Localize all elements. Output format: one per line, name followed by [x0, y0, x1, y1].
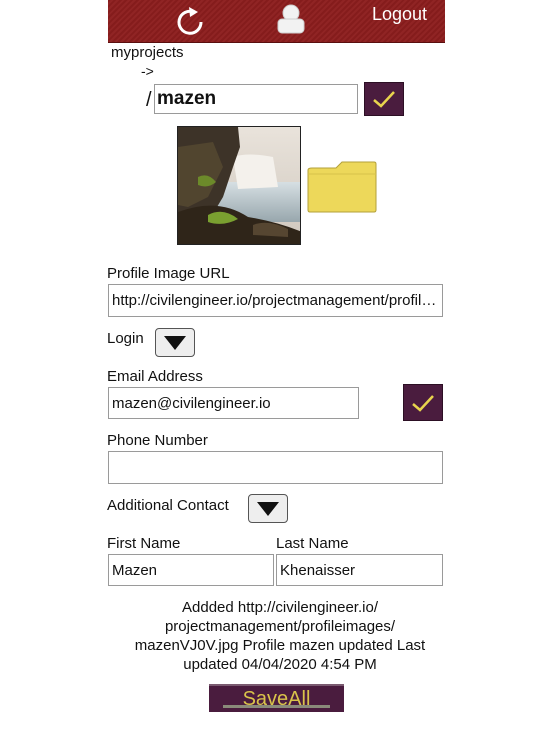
profile-image-url-input[interactable] — [108, 284, 443, 317]
confirm-project-name-button[interactable] — [364, 82, 404, 116]
checkmark-icon — [373, 91, 395, 108]
refresh-icon[interactable] — [172, 4, 208, 40]
save-all-button[interactable]: SaveAll — [209, 684, 344, 712]
checkmark-icon — [412, 394, 434, 412]
login-label: Login — [107, 330, 144, 347]
breadcrumb-slash: / — [146, 89, 152, 111]
folder-icon[interactable] — [306, 158, 378, 214]
profile-image — [177, 126, 301, 245]
status-line: updated 04/04/2020 4:54 PM — [183, 656, 377, 673]
confirm-email-button[interactable] — [403, 384, 443, 421]
user-icon[interactable] — [275, 2, 307, 34]
logout-link[interactable]: Logout — [372, 4, 427, 25]
first-name-field[interactable] — [108, 554, 274, 586]
triangle-down-icon — [257, 501, 279, 516]
last-name-label: Last Name — [276, 535, 349, 552]
breadcrumb-arrow: -> — [141, 63, 154, 79]
email-field[interactable] — [108, 387, 359, 419]
status-line: Addded http://civilengineer.io/ — [182, 599, 378, 616]
phone-number-field[interactable] — [108, 451, 443, 484]
triangle-down-icon — [164, 335, 186, 350]
phone-number-label: Phone Number — [107, 432, 208, 449]
additional-contact-label: Additional Contact — [107, 497, 229, 514]
last-name-field[interactable] — [276, 554, 443, 586]
project-name-input[interactable] — [154, 84, 358, 114]
status-message: Addded http://civilengineer.io/ projectm… — [130, 598, 430, 674]
breadcrumb-root[interactable]: myprojects — [111, 44, 184, 61]
status-line: mazenVJ0V.jpg Profile mazen updated Last — [134, 637, 426, 654]
status-line: projectmanagement/profileimages/ — [164, 618, 396, 635]
additional-contact-dropdown-button[interactable] — [248, 494, 288, 523]
first-name-label: First Name — [107, 535, 181, 552]
login-dropdown-button[interactable] — [155, 328, 195, 357]
email-label: Email Address — [107, 368, 203, 385]
save-all-underline — [223, 705, 330, 708]
profile-image-url-label: Profile Image URL — [107, 265, 230, 282]
